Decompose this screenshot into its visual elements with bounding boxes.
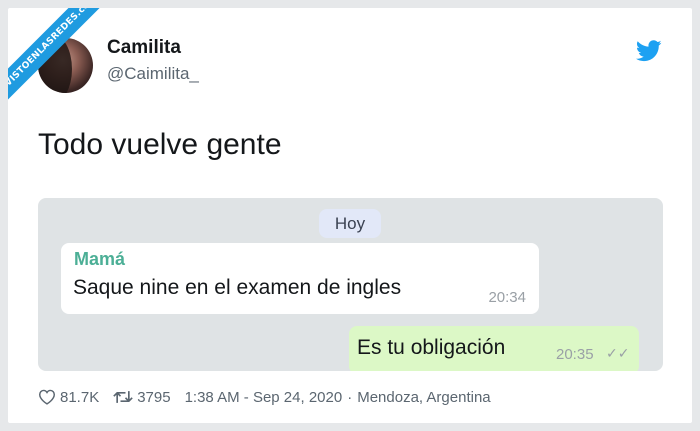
tweet-text: Todo vuelve gente (38, 128, 282, 161)
incoming-message-bubble: Mamá Saque nine en el examen de ingles 2… (61, 243, 539, 314)
outgoing-message-text: Es tu obligación (357, 336, 506, 359)
retweet-icon[interactable] (113, 389, 133, 405)
outgoing-message-bubble: Es tu obligación 20:35 ✓✓ (349, 326, 639, 371)
incoming-message-time: 20:34 (488, 289, 526, 306)
heart-icon[interactable] (38, 389, 56, 405)
incoming-message-text: Saque nine en el examen de ingles (73, 276, 402, 299)
tweet-timestamp[interactable]: 1:38 AM - Sep 24, 2020 (185, 389, 343, 406)
tweet-footer: 81.7K 3795 1:38 AM - Sep 24, 2020 · Mend… (38, 386, 491, 408)
chat-screenshot: Hoy Mamá Saque nine en el examen de ingl… (38, 198, 663, 371)
sender-name: Mamá (74, 249, 126, 269)
tweet-card: VISTOENLASREDES.com Camilita @Caimilita_… (8, 8, 692, 423)
day-separator: Hoy (319, 209, 381, 238)
footer-separator: · (347, 388, 353, 406)
author-handle[interactable]: @Caimilita_ (107, 64, 199, 84)
tweet-location[interactable]: Mendoza, Argentina (357, 389, 490, 406)
retweet-count[interactable]: 3795 (137, 389, 170, 406)
watermark-ribbon: VISTOENLASREDES.com (8, 8, 120, 116)
double-check-icon: ✓✓ (606, 345, 630, 361)
watermark-corner: VISTOENLASREDES.com (8, 8, 120, 120)
like-count[interactable]: 81.7K (60, 389, 99, 406)
outgoing-message-time: 20:35 (556, 346, 594, 363)
twitter-bird-icon[interactable] (636, 40, 662, 62)
